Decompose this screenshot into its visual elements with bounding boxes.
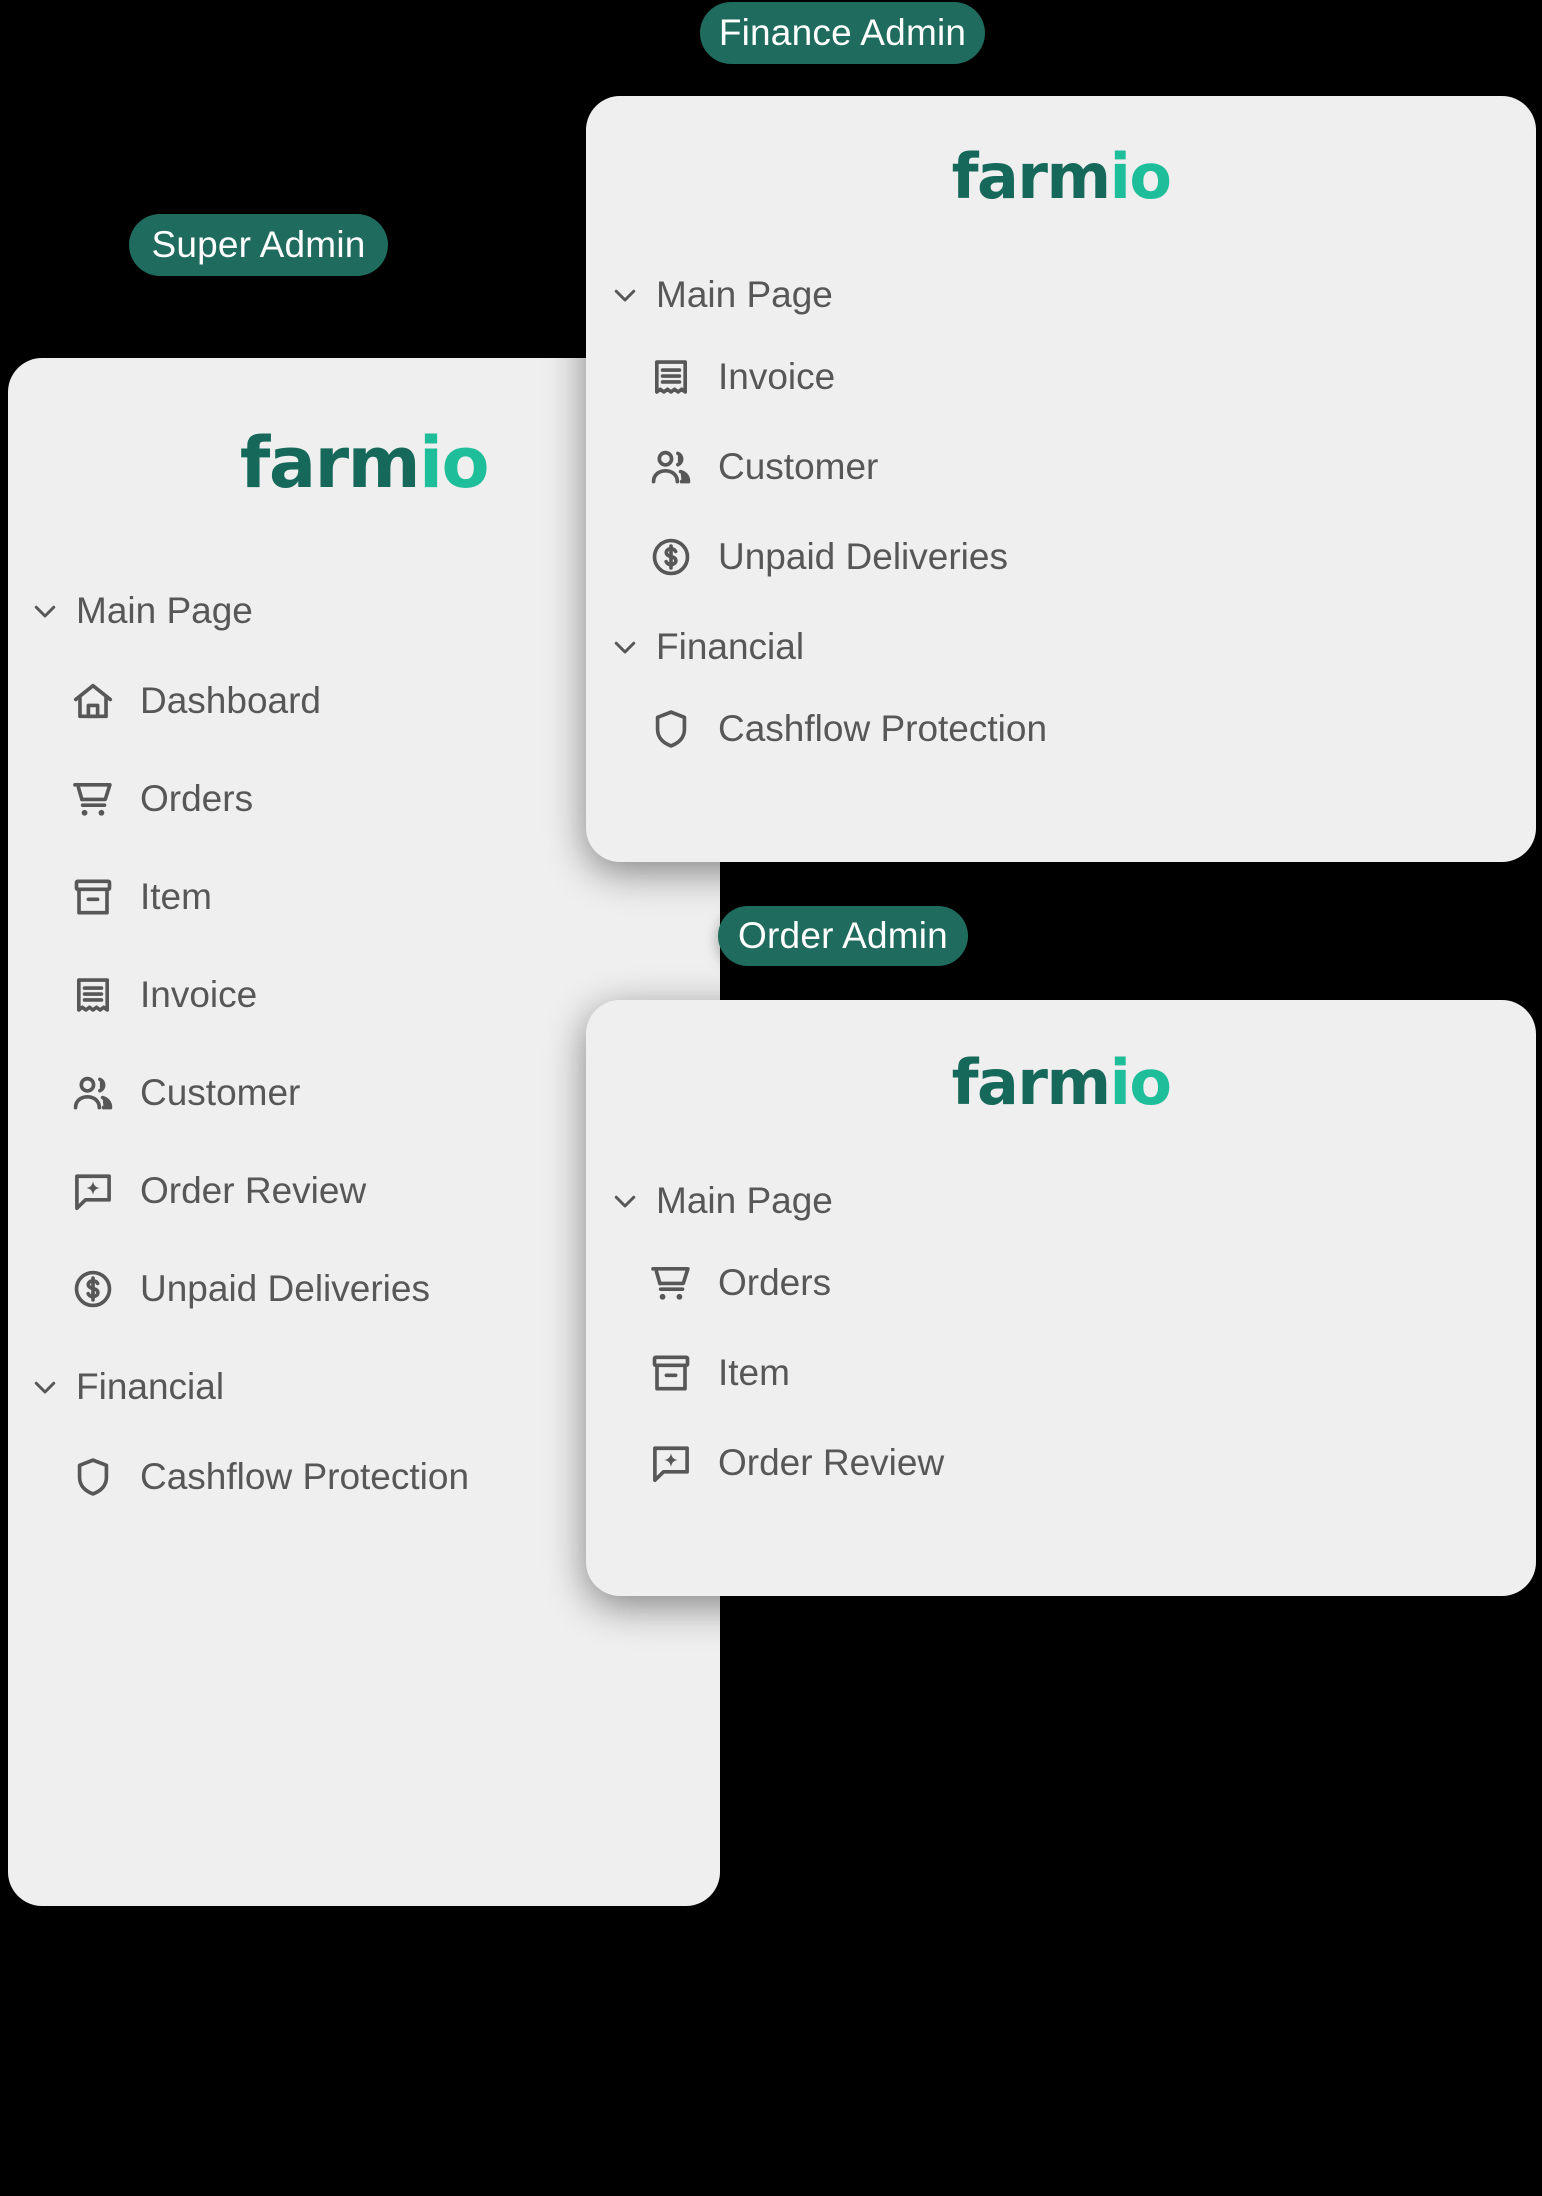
- sidebar-item-label: Dashboard: [140, 680, 322, 721]
- role-badge-super-admin: Super Admin: [129, 214, 388, 276]
- nav-group-financial[interactable]: Financial: [610, 626, 1536, 668]
- chat-sparkle-icon: [648, 1440, 694, 1486]
- sidebar-item-label: Orders: [140, 778, 254, 819]
- sidebar-item-label: Orders: [718, 1262, 832, 1303]
- home-icon: [70, 678, 116, 724]
- role-badge-finance-admin: Finance Admin: [700, 2, 985, 64]
- role-badge-label: Finance Admin: [718, 12, 967, 53]
- nav-group-main-page[interactable]: Main Page: [610, 1180, 1536, 1222]
- nav-group-label: Financial: [76, 1366, 225, 1407]
- sidebar-item-item[interactable]: Item: [70, 874, 720, 920]
- role-badge-label: Order Admin: [738, 915, 948, 956]
- sidebar-item-label: Cashflow Protection: [718, 708, 1048, 749]
- dollar-circle-icon: [70, 1266, 116, 1312]
- sidebar-item-label: Customer: [140, 1072, 301, 1113]
- nav-group-label: Main Page: [76, 590, 253, 631]
- sidebar-item-label: Invoice: [140, 974, 258, 1015]
- shield-icon: [70, 1454, 116, 1500]
- sidebar-panel-finance-admin: farmio Main Page Invoice Customer Unpaid…: [586, 96, 1536, 862]
- sidebar-item-cashflow-protection[interactable]: Cashflow Protection: [648, 706, 1536, 752]
- sidebar-item-label: Unpaid Deliveries: [718, 536, 1008, 577]
- screenshot-canvas: Super Admin farmio Main Page Dashboard O…: [0, 0, 1542, 2196]
- sidebar-item-orders[interactable]: Orders: [648, 1260, 1536, 1306]
- sidebar-item-label: Order Review: [140, 1170, 367, 1211]
- logo-text-primary: farm: [951, 1046, 1112, 1119]
- people-icon: [648, 444, 694, 490]
- box-archive-icon: [648, 1350, 694, 1396]
- sidebar-item-invoice[interactable]: Invoice: [648, 354, 1536, 400]
- sidebar-nav: Main Page Orders Item Order Review: [586, 1180, 1536, 1486]
- sidebar-item-customer[interactable]: Customer: [648, 444, 1536, 490]
- farmio-logo: farmio: [586, 146, 1536, 208]
- farmio-logo: farmio: [586, 1052, 1536, 1114]
- sidebar-item-label: Order Review: [718, 1442, 945, 1483]
- chevron-down-icon: [610, 1186, 640, 1216]
- chevron-down-icon: [610, 632, 640, 662]
- logo-text-accent: io: [419, 422, 490, 504]
- sidebar-nav: Main Page Invoice Customer Unpaid Delive…: [586, 274, 1536, 752]
- role-badge-label: Super Admin: [151, 224, 366, 265]
- shopping-cart-icon: [648, 1260, 694, 1306]
- box-archive-icon: [70, 874, 116, 920]
- nav-group-label: Main Page: [656, 274, 833, 315]
- chevron-down-icon: [30, 596, 60, 626]
- receipt-icon: [648, 354, 694, 400]
- sidebar-panel-order-admin: farmio Main Page Orders Item Order Revie…: [586, 1000, 1536, 1596]
- sidebar-item-label: Customer: [718, 446, 879, 487]
- sidebar-item-label: Invoice: [718, 356, 836, 397]
- people-icon: [70, 1070, 116, 1116]
- shopping-cart-icon: [70, 776, 116, 822]
- nav-group-main-page[interactable]: Main Page: [610, 274, 1536, 316]
- nav-group-label: Financial: [656, 626, 805, 667]
- chevron-down-icon: [610, 280, 640, 310]
- chat-sparkle-icon: [70, 1168, 116, 1214]
- sidebar-item-label: Item: [140, 876, 212, 917]
- sidebar-item-item[interactable]: Item: [648, 1350, 1536, 1396]
- receipt-icon: [70, 972, 116, 1018]
- sidebar-item-label: Unpaid Deliveries: [140, 1268, 430, 1309]
- logo-text-primary: farm: [239, 422, 421, 504]
- sidebar-item-label: Cashflow Protection: [140, 1456, 470, 1497]
- chevron-down-icon: [30, 1372, 60, 1402]
- dollar-circle-icon: [648, 534, 694, 580]
- role-badge-order-admin: Order Admin: [718, 906, 968, 966]
- sidebar-item-order-review[interactable]: Order Review: [648, 1440, 1536, 1486]
- logo-text-accent: io: [1109, 140, 1172, 213]
- logo-text-accent: io: [1109, 1046, 1172, 1119]
- nav-group-label: Main Page: [656, 1180, 833, 1221]
- shield-icon: [648, 706, 694, 752]
- logo-text-primary: farm: [951, 140, 1112, 213]
- sidebar-item-unpaid-deliveries[interactable]: Unpaid Deliveries: [648, 534, 1536, 580]
- sidebar-item-label: Item: [718, 1352, 790, 1393]
